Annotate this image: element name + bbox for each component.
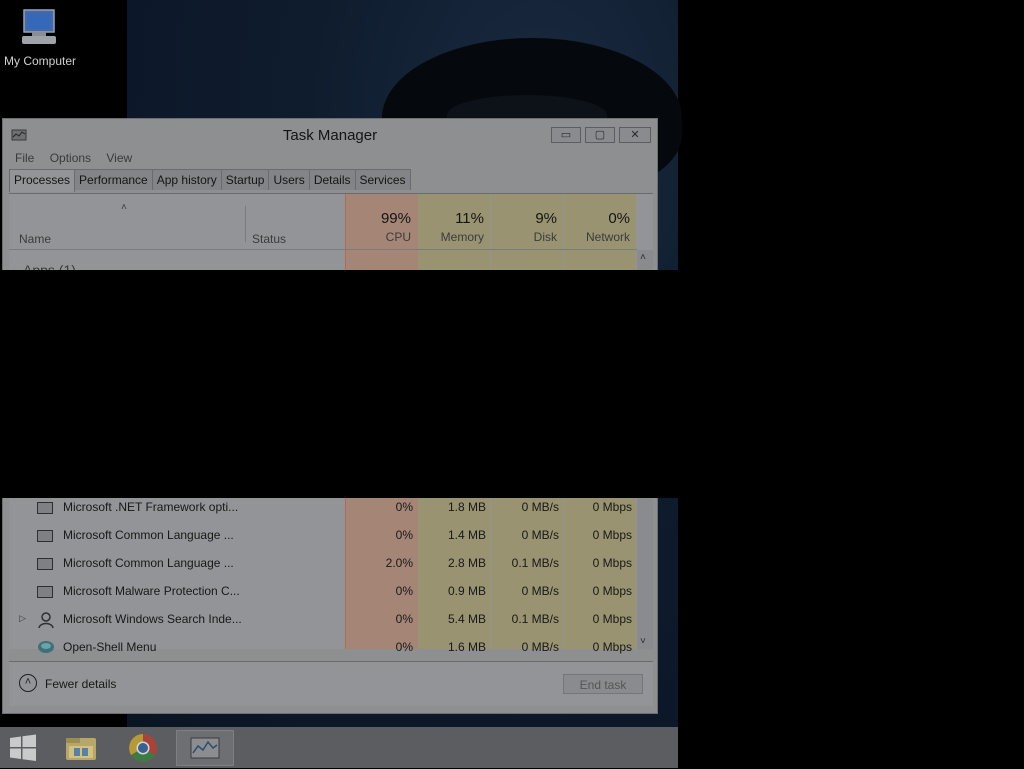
tab-services[interactable]: Services xyxy=(354,169,411,190)
process-name: Microsoft Windows Search Inde... xyxy=(63,612,242,626)
process-disk: 0 MB/s xyxy=(521,640,559,654)
computer-icon xyxy=(18,8,62,48)
tab-strip: Processes Performance App history Startup Us… xyxy=(9,169,411,192)
end-task-button[interactable]: End task xyxy=(563,674,643,694)
process-cpu: 0% xyxy=(395,528,413,542)
process-name: Microsoft Common Language ... xyxy=(63,528,234,542)
process-icon xyxy=(37,558,53,570)
search-indexer-icon xyxy=(37,611,55,632)
column-header-cpu[interactable]: 99% CPU xyxy=(345,206,417,244)
column-header-network[interactable]: 0% Network xyxy=(564,206,636,244)
tab-processes[interactable]: Processes xyxy=(9,169,76,192)
tab-performance[interactable]: Performance xyxy=(74,169,153,190)
tab-details[interactable]: Details xyxy=(308,169,356,190)
memory-label: Memory xyxy=(440,230,484,244)
minimize-button[interactable]: ▭ xyxy=(551,127,581,143)
process-name: Microsoft Common Language ... xyxy=(63,556,234,570)
fewer-details-link[interactable]: Fewer details xyxy=(45,677,116,691)
scroll-down-icon[interactable]: ˅ xyxy=(640,636,646,647)
process-name: Microsoft Malware Protection C... xyxy=(63,584,240,598)
memory-percent: 11% xyxy=(455,210,484,227)
process-memory: 2.8 MB xyxy=(447,556,486,570)
process-memory: 1.6 MB xyxy=(447,640,486,654)
menu-file[interactable]: File xyxy=(15,151,34,165)
disk-label: Disk xyxy=(533,230,557,244)
process-network: 0 Mbps xyxy=(592,500,632,514)
close-button[interactable]: ✕ xyxy=(619,127,651,143)
maximize-button[interactable]: ▢ xyxy=(585,127,615,143)
column-header-memory[interactable]: 11% Memory xyxy=(418,206,490,244)
chevron-up-circle-icon[interactable]: ˄ xyxy=(19,674,37,692)
process-disk: 0 MB/s xyxy=(521,500,559,514)
menu-options[interactable]: Options xyxy=(50,151,91,165)
table-row[interactable]: Microsoft Common Language ... 0% 1.4 MB … xyxy=(13,522,637,550)
process-memory: 1.4 MB xyxy=(447,528,486,542)
process-icon xyxy=(37,586,53,598)
process-icon xyxy=(37,502,53,514)
process-cpu: 0% xyxy=(395,640,413,654)
screen-margin xyxy=(678,0,1024,768)
shell-icon xyxy=(37,639,55,658)
process-memory: 1.8 MB xyxy=(447,500,486,514)
taskbar xyxy=(0,727,678,768)
disk-percent: 9% xyxy=(535,210,557,227)
network-label: Network xyxy=(585,230,630,244)
my-computer-desktop-icon[interactable]: My Computer xyxy=(0,8,80,78)
table-row[interactable]: ▷ Microsoft Windows Search Inde... 0% 5.… xyxy=(13,606,637,634)
column-header-name[interactable]: Name xyxy=(19,232,51,246)
process-memory: 5.4 MB xyxy=(447,612,486,626)
menu-view[interactable]: View xyxy=(106,151,132,165)
process-cpu: 0% xyxy=(395,612,413,626)
tab-startup[interactable]: Startup xyxy=(220,169,270,190)
process-icon xyxy=(37,530,53,542)
start-button[interactable] xyxy=(0,730,46,766)
process-disk: 0.1 MB/s xyxy=(511,612,559,626)
process-network: 0 Mbps xyxy=(592,612,632,626)
cpu-label: CPU xyxy=(385,230,411,244)
process-cpu: 0% xyxy=(395,500,413,514)
process-disk: 0 MB/s xyxy=(521,528,559,542)
table-row[interactable]: Microsoft .NET Framework opti... 0% 1.8 … xyxy=(13,494,637,522)
footer-bar: ˄ Fewer details End task xyxy=(9,661,653,706)
tab-users[interactable]: Users xyxy=(268,169,310,190)
process-name: Microsoft .NET Framework opti... xyxy=(63,500,239,514)
column-header-status[interactable]: Status xyxy=(252,232,286,246)
process-network: 0 Mbps xyxy=(592,556,632,570)
process-name: Open-Shell Menu xyxy=(63,640,157,654)
cpu-percent: 99% xyxy=(380,210,411,227)
column-header-disk[interactable]: 9% Disk xyxy=(491,206,563,244)
table-row[interactable]: Microsoft Common Language ... 2.0% 2.8 M… xyxy=(13,550,637,578)
process-disk: 0.1 MB/s xyxy=(511,556,559,570)
network-percent: 0% xyxy=(608,210,630,227)
table-row[interactable]: Open-Shell Menu 0% 1.6 MB 0 MB/s 0 Mbps xyxy=(13,634,637,654)
my-computer-label: My Computer xyxy=(3,54,77,68)
process-network: 0 Mbps xyxy=(592,528,632,542)
scroll-up-icon[interactable]: ˄ xyxy=(640,252,646,263)
tab-app-history[interactable]: App history xyxy=(151,169,222,190)
menu-bar: File Options View xyxy=(15,151,144,165)
process-network: 0 Mbps xyxy=(592,584,632,598)
process-memory: 0.9 MB xyxy=(447,584,486,598)
table-row[interactable]: Microsoft Malware Protection C... 0% 0.9… xyxy=(13,578,637,606)
process-disk: 0 MB/s xyxy=(521,584,559,598)
chrome-browser-icon[interactable] xyxy=(120,730,166,766)
sort-up-icon: ˄ xyxy=(121,202,127,213)
process-cpu: 2.0% xyxy=(385,556,413,570)
process-cpu: 0% xyxy=(395,584,413,598)
obscured-region xyxy=(0,270,678,498)
expand-arrow-icon[interactable]: ▷ xyxy=(19,613,26,624)
file-explorer-icon[interactable] xyxy=(58,730,104,766)
task-manager-taskbar-icon[interactable] xyxy=(176,730,234,766)
process-network: 0 Mbps xyxy=(592,640,632,654)
